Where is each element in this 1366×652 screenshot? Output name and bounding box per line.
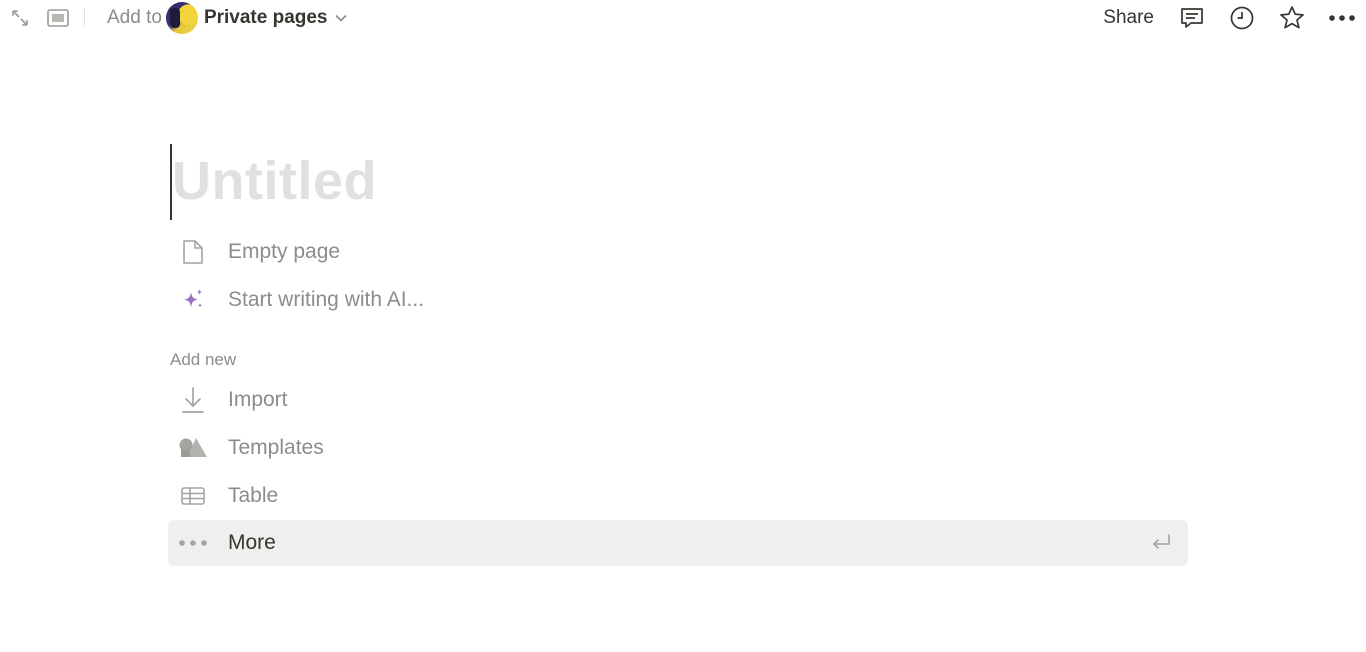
- star-icon[interactable]: [1276, 2, 1308, 34]
- add-to-label: Add to: [107, 7, 162, 28]
- more-icon[interactable]: [1326, 2, 1358, 34]
- option-templates[interactable]: Templates: [168, 424, 1188, 472]
- workspace-avatar: [165, 2, 198, 34]
- chevron-down-icon: [334, 11, 348, 25]
- option-table[interactable]: Table: [168, 472, 1188, 520]
- text-caret: [170, 144, 172, 220]
- option-start-writing-ai[interactable]: Start writing with AI...: [168, 276, 1188, 324]
- sparkle-icon: [168, 287, 218, 313]
- option-empty-page[interactable]: Empty page: [168, 228, 1188, 276]
- share-button[interactable]: Share: [1103, 7, 1154, 29]
- workspace-selector[interactable]: Private pages: [165, 2, 348, 34]
- sidebar-toggle-icon[interactable]: [46, 6, 70, 30]
- add-new-heading: Add new: [170, 350, 237, 369]
- comment-icon[interactable]: [1176, 2, 1208, 34]
- download-icon: [168, 386, 218, 414]
- option-more[interactable]: More: [168, 520, 1188, 566]
- shapes-icon: [168, 436, 218, 460]
- expand-icon[interactable]: [8, 6, 32, 30]
- title-row[interactable]: Untitled: [168, 140, 1188, 222]
- enter-key-icon: [1150, 532, 1172, 558]
- top-bar-left: Add to Private pages: [0, 0, 348, 36]
- divider: [84, 9, 85, 27]
- clock-icon[interactable]: [1226, 2, 1258, 34]
- top-bar: Add to Private pages Share: [0, 0, 1366, 36]
- option-label: More: [228, 531, 276, 554]
- option-import[interactable]: Import: [168, 376, 1188, 424]
- option-label: Start writing with AI...: [228, 288, 425, 311]
- page-title-input[interactable]: Untitled: [172, 150, 377, 212]
- table-icon: [168, 486, 218, 506]
- top-bar-right: Share: [1103, 0, 1366, 36]
- page-content: Untitled Empty page Start writing with A…: [168, 140, 1188, 566]
- option-label: Table: [228, 484, 279, 507]
- option-label: Import: [228, 388, 288, 411]
- option-label: Empty page: [228, 240, 341, 263]
- page-icon: [168, 239, 218, 265]
- more-dots-icon: [168, 539, 218, 547]
- option-label: Templates: [228, 436, 324, 459]
- workspace-name: Private pages: [203, 7, 328, 28]
